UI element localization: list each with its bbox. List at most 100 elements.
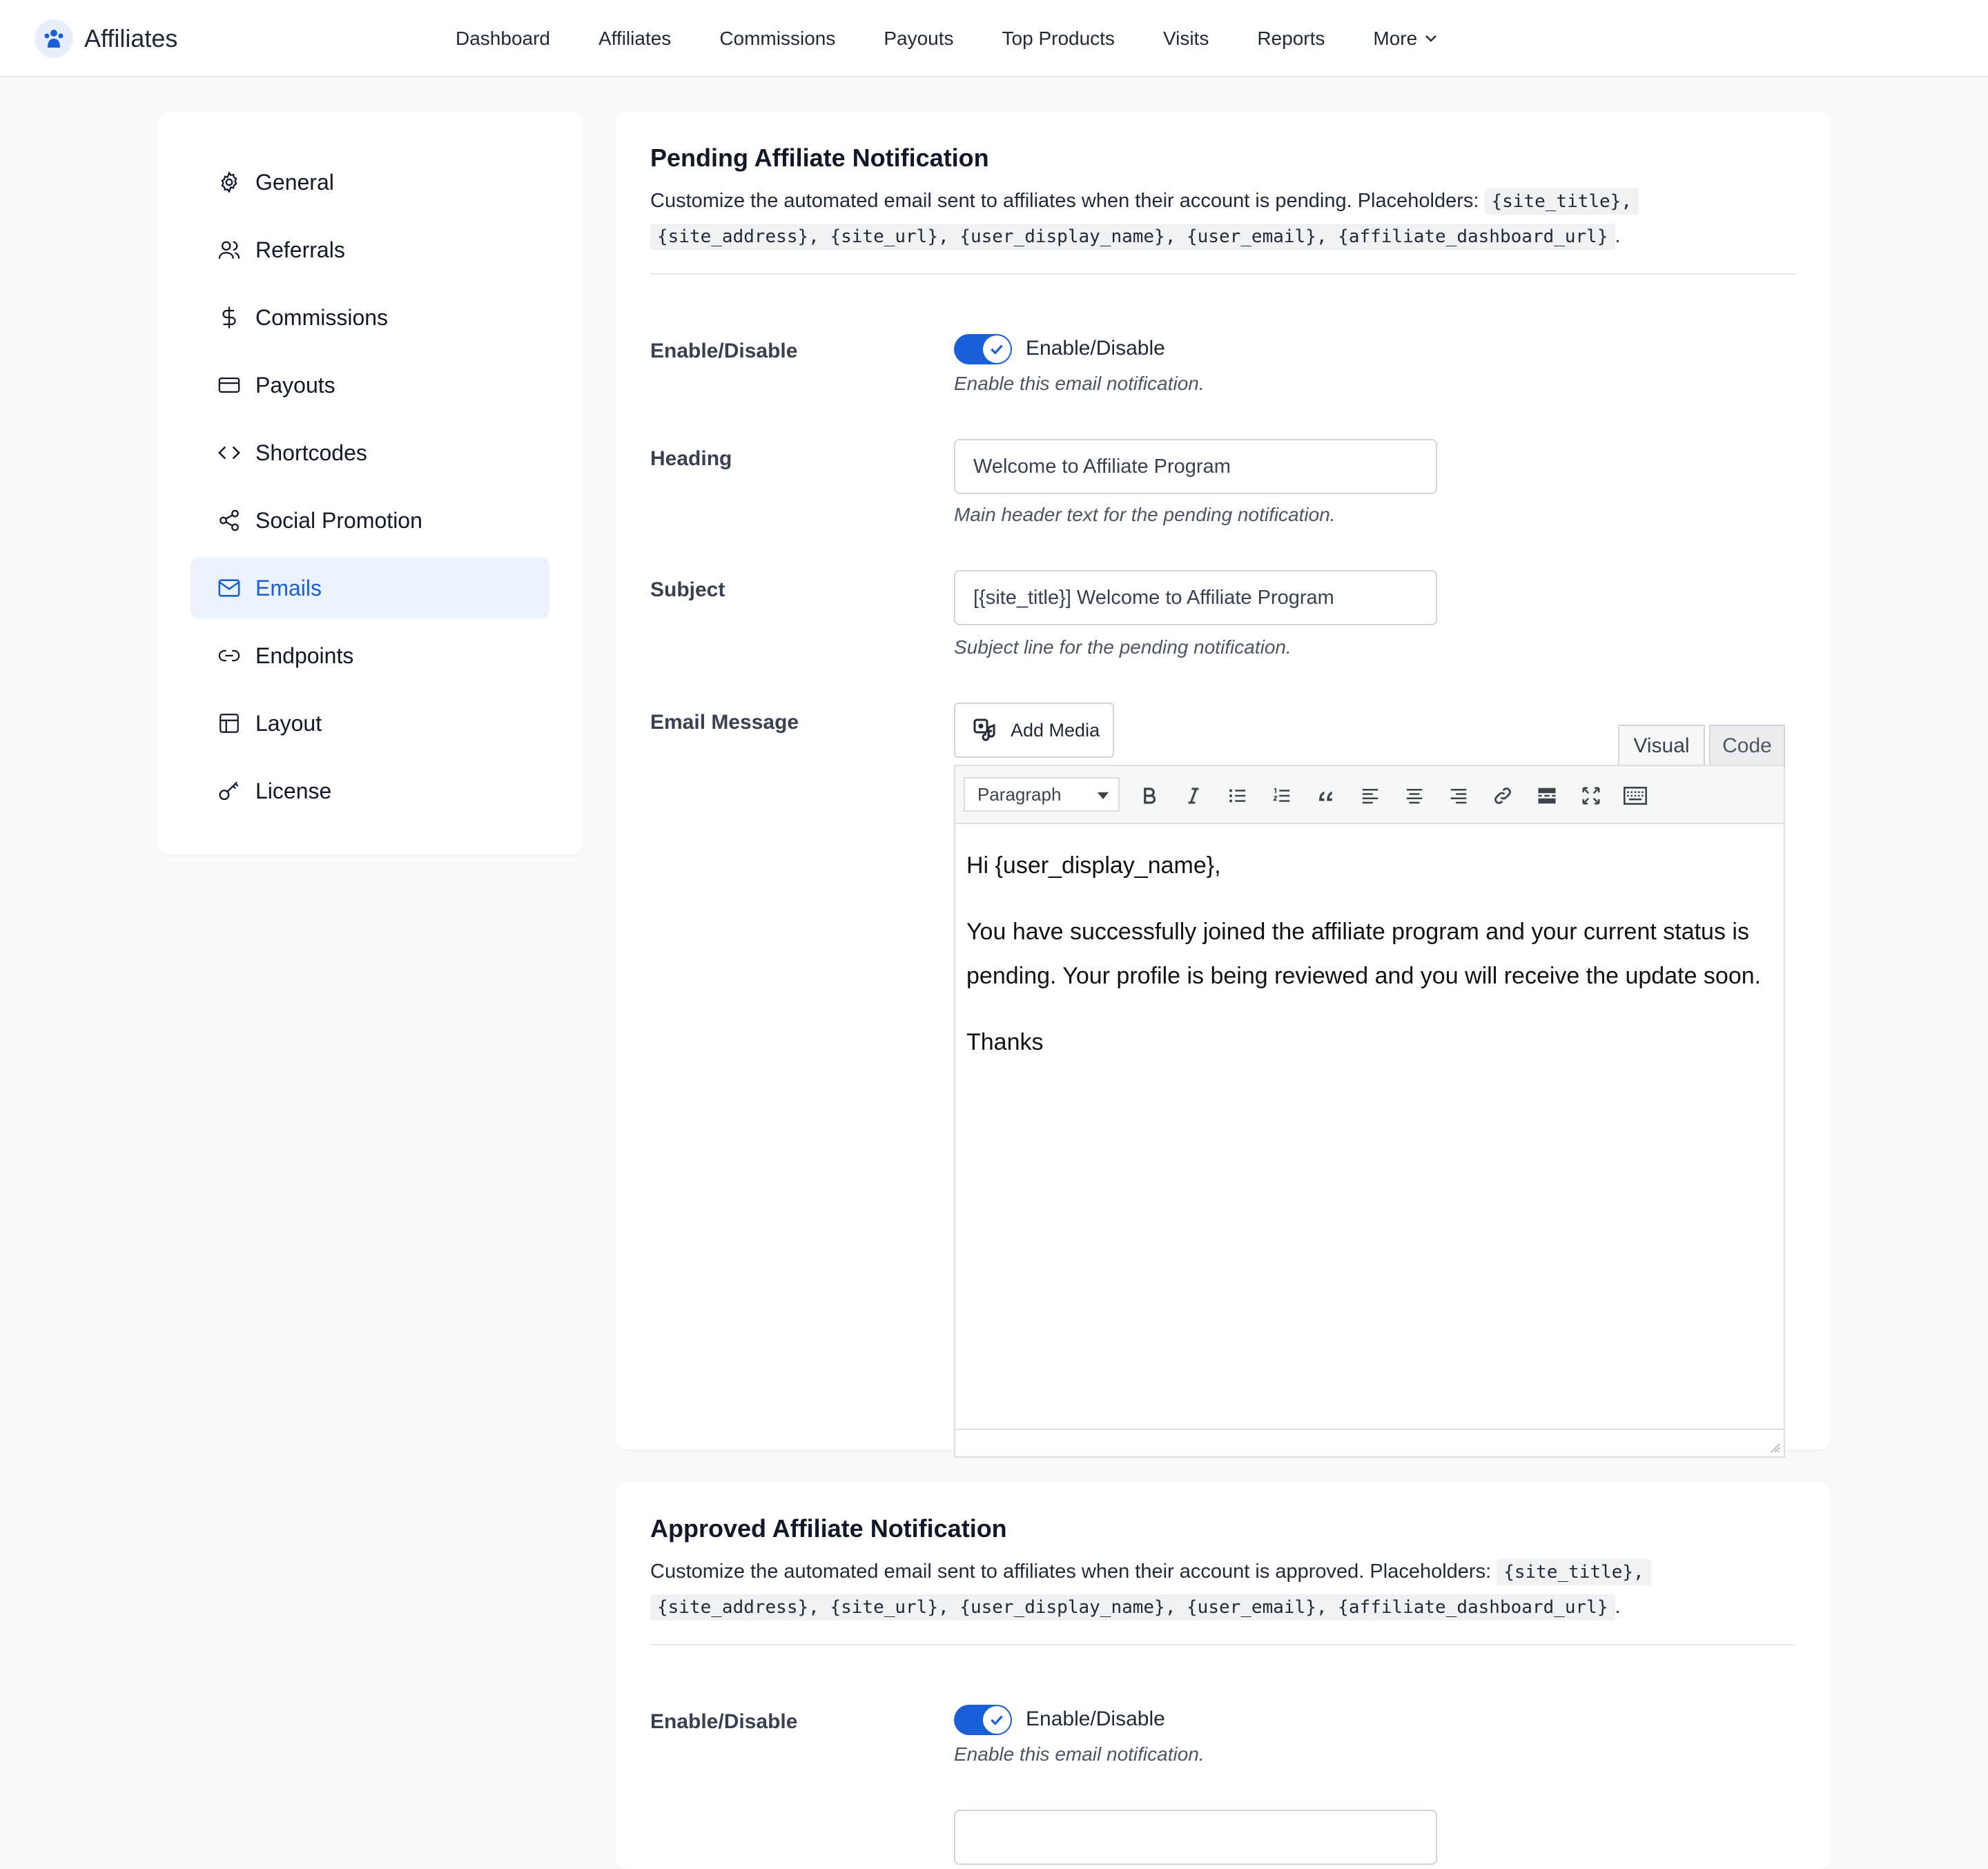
layout-icon [217, 711, 242, 736]
placeholder-code: {site_title}, [1497, 1559, 1651, 1585]
align-right-icon [1450, 789, 1467, 804]
section-divider [650, 1644, 1796, 1645]
pending-notification-card: Pending Affiliate Notification Customize… [616, 112, 1831, 1458]
heading-help: Main header text for the pending notific… [954, 504, 1336, 525]
italic-button[interactable] [1178, 780, 1209, 812]
sidebar-item-social-promotion[interactable]: Social Promotion [191, 490, 549, 551]
section-description: Customize the automated email sent to af… [650, 1554, 1796, 1625]
sidebar-item-general[interactable]: General [191, 152, 549, 213]
format-select-value: Paragraph [977, 783, 1062, 805]
sidebar-item-commissions[interactable]: Commissions [191, 287, 549, 348]
sidebar-item-label: Emails [255, 575, 322, 600]
resize-handle-icon[interactable] [1768, 1441, 1781, 1454]
dollar-icon [217, 305, 242, 330]
check-icon [991, 344, 1003, 355]
sidebar-item-label: Referrals [255, 237, 345, 262]
check-icon [991, 1715, 1003, 1725]
read-more-icon [1538, 787, 1556, 804]
heading-input[interactable] [954, 1810, 1437, 1865]
toolbar-toggle-button[interactable] [1619, 780, 1651, 812]
nav-visits[interactable]: Visits [1163, 28, 1209, 50]
sidebar-item-layout[interactable]: Layout [191, 693, 549, 754]
sidebar-item-referrals[interactable]: Referrals [191, 219, 549, 280]
insert-link-button[interactable] [1487, 780, 1519, 812]
align-center-button[interactable] [1399, 780, 1430, 812]
message-paragraph: Thanks [966, 1029, 1044, 1055]
bold-button[interactable] [1133, 780, 1165, 812]
align-left-button[interactable] [1354, 780, 1386, 812]
settings-sidebar: General Referrals Commissions Payouts Sh… [157, 112, 583, 854]
toggle-knob [983, 1706, 1011, 1734]
add-media-button[interactable]: Add Media [954, 703, 1114, 758]
description-suffix: . [1615, 225, 1621, 247]
subject-help: Subject line for the pending notificatio… [954, 636, 1292, 658]
brand[interactable]: Affiliates [35, 19, 177, 58]
bold-icon [1144, 787, 1156, 804]
affiliates-logo-icon [35, 19, 73, 58]
credit-card-icon [217, 373, 242, 398]
email-message-label: Email Message [650, 711, 799, 734]
sidebar-item-license[interactable]: License [191, 761, 549, 821]
add-media-icon [973, 718, 995, 741]
numbered-list-button[interactable] [1266, 780, 1298, 812]
section-divider [650, 273, 1796, 275]
toggle-label: Enable/Disable [1026, 337, 1165, 360]
italic-icon [1188, 787, 1199, 804]
format-select[interactable]: Paragraph [964, 777, 1120, 812]
tab-visual[interactable]: Visual [1618, 725, 1705, 766]
enable-label: Enable/Disable [650, 340, 798, 362]
nav-top-products[interactable]: Top Products [1002, 28, 1115, 50]
heading-input[interactable] [954, 439, 1437, 494]
placeholder-code: {site_title}, [1484, 188, 1639, 215]
code-icon [217, 440, 242, 465]
editor-toolbar: Paragraph [955, 766, 1784, 824]
sidebar-item-emails[interactable]: Emails [191, 558, 549, 618]
section-title: Approved Affiliate Notification [650, 1514, 1007, 1543]
editor-statusbar [955, 1429, 1784, 1456]
fullscreen-icon [1582, 787, 1600, 805]
sidebar-item-shortcodes[interactable]: Shortcodes [191, 422, 549, 483]
approved-notification-card: Approved Affiliate Notification Customiz… [616, 1483, 1831, 1869]
sidebar-item-payouts[interactable]: Payouts [191, 355, 549, 415]
description-text: Customize the automated email sent to af… [650, 1560, 1492, 1583]
fullscreen-button[interactable] [1575, 780, 1607, 812]
nav-dashboard[interactable]: Dashboard [456, 28, 550, 50]
editor-content[interactable]: Hi {user_display_name}, You have success… [966, 843, 1767, 1086]
sidebar-item-label: Payouts [255, 372, 335, 398]
enable-toggle[interactable] [954, 334, 1012, 364]
sidebar-item-label: General [255, 169, 334, 195]
sidebar-item-label: Endpoints [255, 643, 354, 668]
sidebar-item-endpoints[interactable]: Endpoints [191, 625, 549, 686]
toggle-label: Enable/Disable [1026, 1707, 1165, 1730]
share-icon [217, 508, 242, 533]
align-right-button[interactable] [1443, 780, 1474, 812]
sidebar-item-label: Layout [255, 710, 322, 736]
sidebar-item-label: License [255, 778, 332, 803]
nav-reports[interactable]: Reports [1257, 28, 1325, 50]
top-navbar: Affiliates Dashboard Affiliates Commissi… [0, 0, 1988, 77]
description-text: Customize the automated email sent to af… [650, 190, 1479, 212]
toggle-knob [983, 335, 1011, 363]
nav-payouts[interactable]: Payouts [884, 28, 953, 50]
enable-toggle[interactable] [954, 1705, 1012, 1735]
blockquote-button[interactable] [1310, 780, 1342, 812]
nav-more[interactable]: More [1373, 28, 1439, 50]
tab-code[interactable]: Code [1709, 725, 1785, 766]
align-left-icon [1362, 789, 1378, 804]
subject-label: Subject [650, 578, 725, 601]
sidebar-item-label: Social Promotion [255, 507, 422, 533]
enable-help: Enable this email notification. [954, 1743, 1205, 1765]
placeholder-code: {site_address}, {site_url}, {user_displa… [650, 224, 1615, 250]
enable-label: Enable/Disable [650, 1710, 798, 1733]
read-more-button[interactable] [1531, 780, 1563, 812]
description-suffix: . [1615, 1596, 1621, 1618]
quote-icon [1319, 791, 1332, 801]
sidebar-item-label: Commissions [255, 304, 389, 330]
subject-input[interactable] [954, 570, 1437, 625]
nav-commissions[interactable]: Commissions [719, 28, 835, 50]
bullet-list-icon [1229, 789, 1246, 803]
heading-label: Heading [650, 447, 732, 470]
bullet-list-button[interactable] [1222, 780, 1254, 812]
nav-affiliates[interactable]: Affiliates [598, 28, 671, 50]
keyboard-icon [1624, 786, 1647, 805]
